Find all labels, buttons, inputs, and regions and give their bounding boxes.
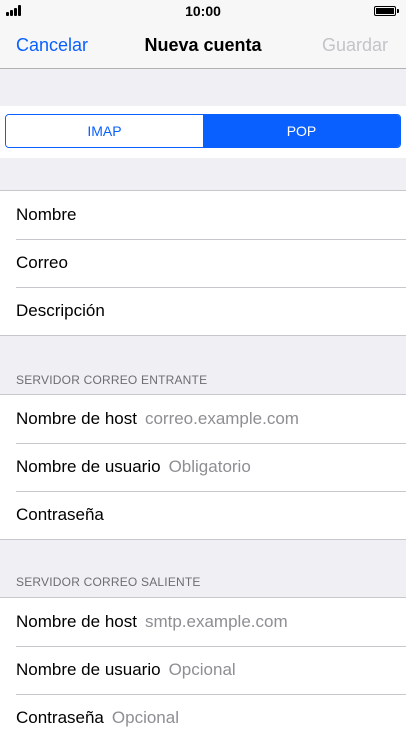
incoming-password-field[interactable]: Contraseña	[0, 491, 406, 539]
email-field[interactable]: Correo	[0, 239, 406, 287]
outgoing-password-placeholder: Opcional	[111, 708, 179, 727]
outgoing-server-group: Nombre de host smtp.example.com Nombre d…	[0, 597, 406, 742]
incoming-password-label: Contraseña	[16, 505, 104, 524]
incoming-username-label: Nombre de usuario	[16, 457, 161, 476]
outgoing-username-field[interactable]: Nombre de usuario Opcional	[0, 646, 406, 694]
outgoing-password-label: Contraseña	[16, 708, 104, 727]
status-bar: 10:00	[0, 0, 406, 22]
account-info-group: Nombre Correo Descripción	[0, 190, 406, 336]
incoming-username-placeholder: Obligatorio	[168, 457, 251, 476]
incoming-server-header: SERVIDOR CORREO ENTRANTE	[16, 373, 208, 387]
protocol-selector-band: IMAP POP	[0, 106, 406, 158]
battery-icon	[374, 6, 399, 16]
outgoing-server-header: SERVIDOR CORREO SALIENTE	[16, 575, 201, 589]
incoming-username-field[interactable]: Nombre de usuario Obligatorio	[0, 443, 406, 491]
description-label: Descripción	[16, 301, 105, 320]
outgoing-password-field[interactable]: Contraseña Opcional	[0, 694, 406, 742]
protocol-segmented-control: IMAP POP	[5, 114, 401, 148]
incoming-server-group: Nombre de host correo.example.com Nombre…	[0, 394, 406, 540]
outgoing-host-label: Nombre de host	[16, 612, 137, 631]
name-field[interactable]: Nombre	[0, 191, 406, 239]
segment-pop[interactable]: POP	[203, 115, 400, 147]
incoming-host-label: Nombre de host	[16, 409, 137, 428]
outgoing-host-field[interactable]: Nombre de host smtp.example.com	[0, 598, 406, 646]
description-field[interactable]: Descripción	[0, 287, 406, 335]
outgoing-username-placeholder: Opcional	[168, 660, 236, 679]
nav-bar: Cancelar Nueva cuenta Guardar	[0, 22, 406, 69]
outgoing-username-label: Nombre de usuario	[16, 660, 161, 679]
incoming-host-value: correo.example.com	[144, 409, 299, 428]
email-label: Correo	[16, 253, 68, 272]
save-button[interactable]: Guardar	[322, 35, 388, 56]
segment-imap[interactable]: IMAP	[6, 115, 203, 147]
incoming-host-field[interactable]: Nombre de host correo.example.com	[0, 395, 406, 443]
outgoing-host-value: smtp.example.com	[144, 612, 288, 631]
name-label: Nombre	[16, 205, 77, 224]
status-time: 10:00	[185, 3, 221, 19]
